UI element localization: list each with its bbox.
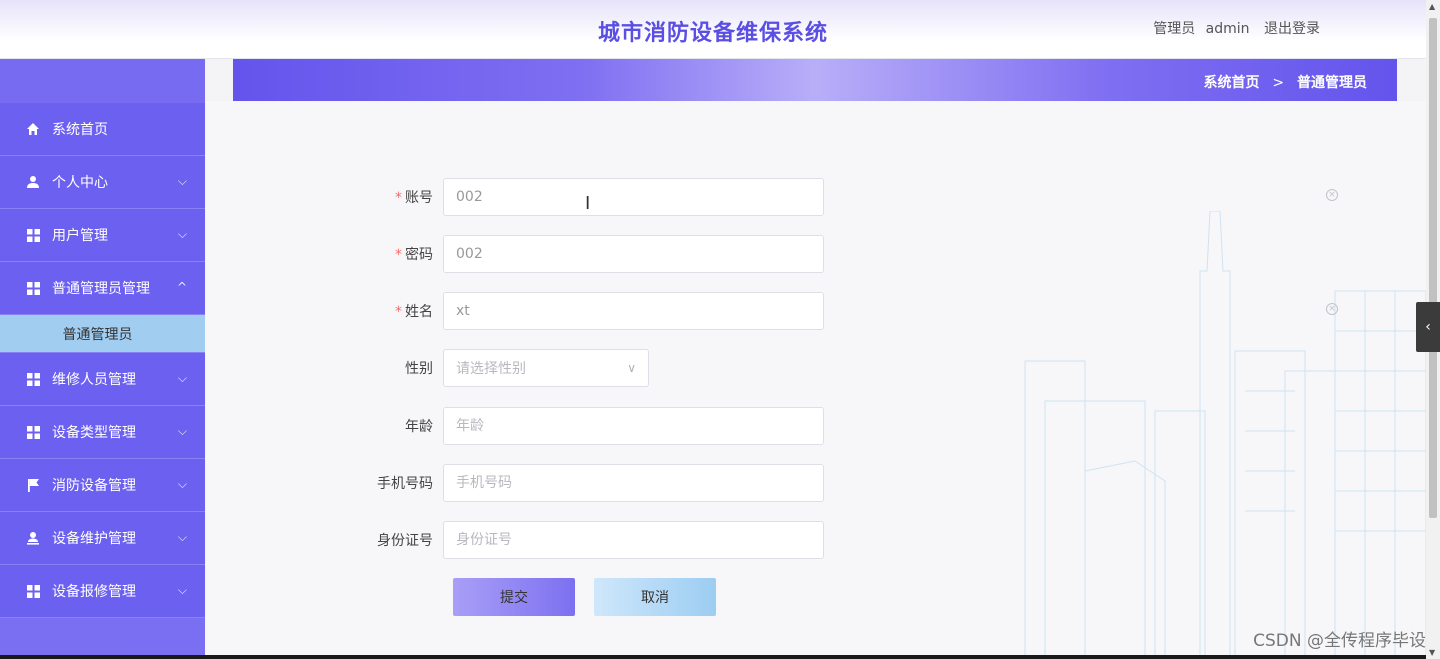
form-row-age: 年龄 xyxy=(205,407,824,445)
collapse-panel-tab[interactable]: ‹ xyxy=(1416,302,1440,352)
sidebar-item-repair-staff[interactable]: 维修人员管理 ⌵ xyxy=(0,353,205,406)
bottom-edge xyxy=(0,655,1426,659)
submit-button[interactable]: 提交 xyxy=(453,578,575,616)
sidebar-item-label: 设备维护管理 xyxy=(52,531,136,547)
chevron-down-icon: ⌵ xyxy=(177,477,187,491)
chevron-up-icon: ^ xyxy=(176,280,187,294)
user-upload-icon xyxy=(25,530,41,546)
sidebar-item-maintenance[interactable]: 设备维护管理 ⌵ xyxy=(0,512,205,565)
breadcrumb-separator: > xyxy=(1272,75,1285,91)
sidebar-top-spacer xyxy=(0,59,205,103)
text-cursor-icon: I xyxy=(585,193,591,214)
breadcrumb-current: 普通管理员 xyxy=(1297,75,1367,91)
grid-icon xyxy=(25,227,41,243)
user-icon xyxy=(25,174,41,190)
chevron-down-icon: ⌵ xyxy=(177,227,187,241)
sidebar-subitem-admin[interactable]: 普通管理员 xyxy=(0,315,205,353)
sidebar-item-fire-equipment[interactable]: 消防设备管理 ⌵ xyxy=(0,459,205,512)
required-mark: * xyxy=(395,190,402,206)
sidebar-item-user-management[interactable]: 用户管理 ⌵ xyxy=(0,209,205,262)
form-row-gender: 性别 请选择性别 ∨ xyxy=(205,349,649,387)
account-label: * 账号 xyxy=(395,190,433,206)
grid-icon xyxy=(25,280,41,296)
sidebar-item-repair-report[interactable]: 设备报修管理 ⌵ xyxy=(0,565,205,618)
name-input[interactable] xyxy=(443,292,824,330)
chevron-left-icon: ‹ xyxy=(1425,319,1431,335)
gender-select-placeholder: 请选择性别 xyxy=(456,361,526,377)
grid-icon xyxy=(25,583,41,599)
password-input[interactable] xyxy=(443,235,824,273)
clear-icon[interactable]: × xyxy=(1326,303,1338,315)
age-input[interactable] xyxy=(443,407,824,445)
phone-input[interactable] xyxy=(443,464,824,502)
form-row-password: * 密码 xyxy=(205,235,824,273)
logout-link[interactable]: 退出登录 xyxy=(1264,21,1320,37)
form-row-account: * 账号 xyxy=(205,178,824,216)
form-row-name: * 姓名 xyxy=(205,292,824,330)
sidebar-item-label: 系统首页 xyxy=(52,122,108,138)
account-input[interactable] xyxy=(443,178,824,216)
grid-icon xyxy=(25,424,41,440)
sidebar-item-personal-center[interactable]: 个人中心 ⌵ xyxy=(0,156,205,209)
scrollbar-thumb[interactable] xyxy=(1429,18,1437,518)
watermark: CSDN @全传程序毕设 xyxy=(1253,631,1426,651)
sidebar-item-admin-management[interactable]: 普通管理员管理 ^ xyxy=(0,262,205,315)
chevron-down-icon: ∨ xyxy=(627,361,636,375)
required-mark: * xyxy=(395,304,402,320)
sidebar-item-label: 用户管理 xyxy=(52,228,108,244)
gender-label: 性别 xyxy=(405,361,433,377)
id-card-label: 身份证号 xyxy=(377,533,433,549)
chevron-down-icon: ⌵ xyxy=(177,174,187,188)
phone-label: 手机号码 xyxy=(377,476,433,492)
breadcrumb-home[interactable]: 系统首页 xyxy=(1204,75,1260,91)
gender-select[interactable]: 请选择性别 ∨ xyxy=(443,349,649,387)
sidebar-item-label: 维修人员管理 xyxy=(52,372,136,388)
flag-icon xyxy=(25,477,41,493)
user-area: 管理员 admin 退出登录 xyxy=(1147,18,1320,38)
chevron-down-icon: ⌵ xyxy=(177,530,187,544)
sidebar-item-label: 设备类型管理 xyxy=(52,425,136,441)
home-icon xyxy=(25,121,41,137)
sidebar-item-label: 普通管理员管理 xyxy=(52,281,150,297)
chevron-down-icon: ⌵ xyxy=(177,424,187,438)
form-row-phone: 手机号码 xyxy=(205,464,824,502)
user-role: 管理员 xyxy=(1153,21,1196,37)
grid-icon xyxy=(25,371,41,387)
user-name: admin xyxy=(1205,21,1250,37)
sidebar-item-home[interactable]: 系统首页 xyxy=(0,103,205,156)
required-mark: * xyxy=(395,247,402,263)
clear-icon[interactable]: × xyxy=(1326,189,1338,201)
form-row-id-card: 身份证号 xyxy=(205,521,824,559)
scroll-down-icon[interactable]: ▼ xyxy=(1429,648,1435,657)
scroll-up-icon[interactable]: ▲ xyxy=(1429,2,1435,11)
city-background-illustration xyxy=(1024,211,1426,659)
sidebar-item-label: 设备报修管理 xyxy=(52,584,136,600)
id-card-input[interactable] xyxy=(443,521,824,559)
breadcrumb: 系统首页 > 普通管理员 xyxy=(1204,72,1367,92)
cancel-button[interactable]: 取消 xyxy=(594,578,716,616)
chevron-down-icon: ⌵ xyxy=(177,371,187,385)
sidebar-item-device-type[interactable]: 设备类型管理 ⌵ xyxy=(0,406,205,459)
sidebar-item-label: 个人中心 xyxy=(52,175,108,191)
sidebar-item-label: 消防设备管理 xyxy=(52,478,136,494)
password-label: * 密码 xyxy=(395,247,433,263)
breadcrumb-bar: 系统首页 > 普通管理员 xyxy=(233,59,1397,101)
top-header: 城市消防设备维保系统 管理员 admin 退出登录 xyxy=(0,0,1426,59)
main-content: *账号 *密码 *姓名 性别 请选择性别 ∨ 年龄 手机号码 身份证号 xyxy=(205,101,1426,659)
sidebar: 系统首页 个人中心 ⌵ 用户管理 ⌵ 普通管理员管理 ^ 普通管理员 维修人员管… xyxy=(0,59,205,659)
age-label: 年龄 xyxy=(405,419,433,435)
chevron-down-icon: ⌵ xyxy=(177,583,187,597)
name-label: * 姓名 xyxy=(395,304,433,320)
